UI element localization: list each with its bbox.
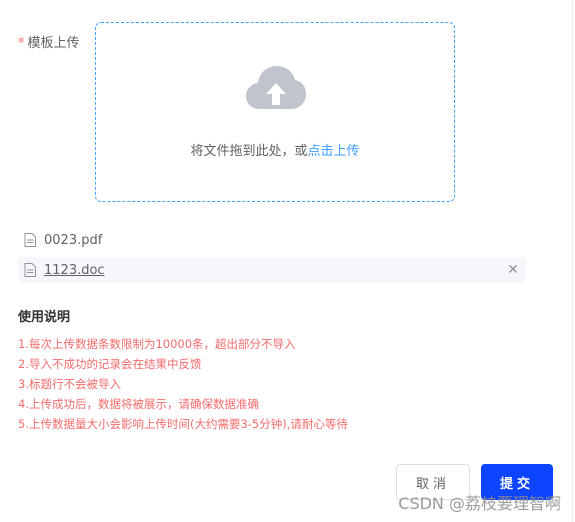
cloud-upload-icon: [246, 66, 306, 109]
click-upload-link[interactable]: 点击上传: [308, 144, 360, 159]
watermark: CSDN @荔枝要理智啊: [398, 494, 561, 513]
usage-list: 1.每次上传数据条数限制为10000条，超出部分不导入 2.导入不成功的记录会在…: [18, 334, 348, 434]
usage-item: 4.上传成功后，数据将被展示，请确保数据准确: [18, 397, 259, 411]
file-list-item[interactable]: 0023.pdf: [18, 227, 526, 253]
upload-label-text: 模板上传: [27, 36, 80, 51]
document-icon: [24, 263, 36, 277]
file-list-item[interactable]: 1123.doc ✕: [18, 257, 526, 283]
usage-item: 3.标题行不会被导入: [18, 377, 121, 391]
upload-dropzone[interactable]: 将文件拖到此处，或点击上传: [95, 22, 455, 202]
file-name: 0023.pdf: [44, 232, 103, 248]
dropzone-hint-prefix: 将文件拖到此处，或: [190, 144, 308, 159]
close-icon[interactable]: ✕: [504, 261, 522, 279]
dropzone-hint: 将文件拖到此处，或点击上传: [96, 140, 454, 159]
file-name[interactable]: 1123.doc: [44, 263, 504, 278]
upload-field-label: * 模板上传: [18, 32, 80, 51]
usage-title: 使用说明: [18, 310, 71, 325]
usage-item: 2.导入不成功的记录会在结果中反馈: [18, 357, 202, 371]
document-icon: [24, 233, 36, 247]
required-mark: *: [18, 36, 25, 51]
page-edge-divider: [572, 0, 573, 522]
usage-item: 5.上传数据量大小会影响上传时间(大约需要3-5分钟),请耐心等待: [18, 417, 348, 431]
usage-item: 1.每次上传数据条数限制为10000条，超出部分不导入: [18, 337, 296, 351]
